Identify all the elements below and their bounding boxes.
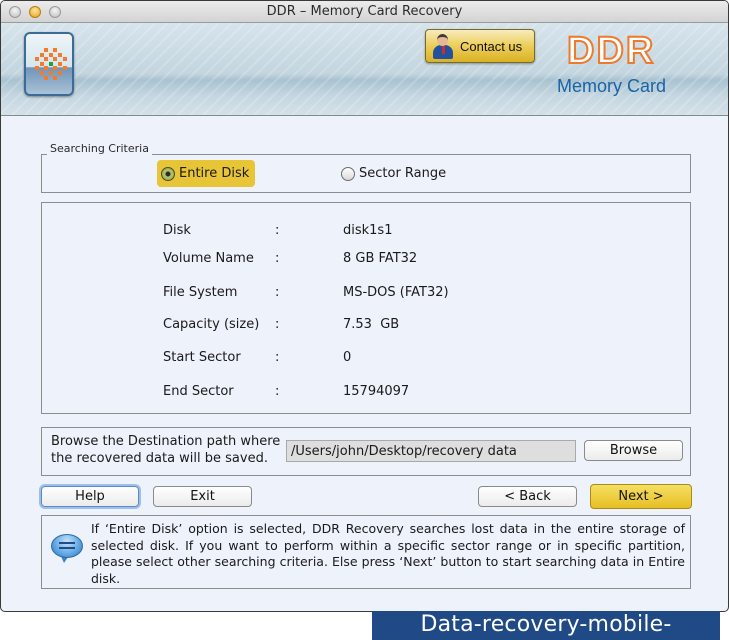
info-separator: : <box>275 223 280 238</box>
info-value: 7.53 GB <box>343 317 400 332</box>
info-row-start-sector: Start Sector : 0 <box>42 350 690 368</box>
info-value: 0 <box>343 350 352 365</box>
speech-bubble-icon <box>51 534 83 564</box>
help-button[interactable]: Help <box>41 486 139 507</box>
logo-pixel <box>39 52 44 57</box>
searching-criteria-legend: Searching Criteria <box>47 142 152 155</box>
logo-pixel <box>44 66 49 71</box>
info-key: Disk <box>163 223 191 238</box>
info-row-file-system: File System : MS-DOS (FAT32) <box>42 285 690 303</box>
watermark-banner: Data-recovery-mobile-phone.com <box>372 611 720 640</box>
logo-pixel <box>62 66 67 71</box>
logo-pixel <box>44 48 49 52</box>
logo-pixel <box>48 61 53 66</box>
logo-pixel <box>58 52 62 57</box>
logo-pixel <box>39 61 44 66</box>
info-value: 15794097 <box>343 384 410 399</box>
info-separator: : <box>275 350 280 365</box>
info-separator: : <box>275 285 280 300</box>
person-icon <box>432 33 454 59</box>
info-key: Volume Name <box>163 251 254 266</box>
info-key: Start Sector <box>163 350 241 365</box>
info-separator: : <box>275 251 280 266</box>
destination-panel: Browse the Destination path where the re… <box>41 427 691 476</box>
logo-pixel <box>58 61 62 66</box>
logo-pixel <box>44 57 49 62</box>
logo-pixel <box>53 66 58 71</box>
info-row-volume-name: Volume Name : 8 GB FAT32 <box>42 251 690 269</box>
info-value: MS-DOS (FAT32) <box>343 285 449 300</box>
destination-label: Browse the Destination path where the re… <box>51 434 281 466</box>
brand-logo-text: DDR <box>566 29 656 73</box>
brand-subtitle: Memory Card <box>557 76 667 96</box>
info-row-end-sector: End Sector : 15794097 <box>42 384 690 402</box>
window-title: DDR – Memory Card Recovery <box>266 4 463 19</box>
radio-sector-range[interactable]: Sector Range <box>337 160 452 187</box>
info-separator: : <box>275 317 280 332</box>
logo-pixel <box>44 75 49 80</box>
radio-entire-disk[interactable]: Entire Disk <box>157 160 256 187</box>
logo-pixel <box>53 57 58 62</box>
info-key: File System <box>163 285 238 300</box>
logo-pixel <box>35 57 39 62</box>
close-window-button[interactable] <box>9 6 21 18</box>
logo-pattern-icon <box>35 48 67 80</box>
app-logo <box>24 32 74 96</box>
minimize-window-button[interactable] <box>29 6 41 18</box>
info-row-capacity: Capacity (size) : 7.53 GB <box>42 317 690 335</box>
info-separator: : <box>275 384 280 399</box>
radio-unselected-icon <box>341 166 355 181</box>
disk-info-panel: Disk : disk1s1 Volume Name : 8 GB FAT32 … <box>41 202 691 414</box>
next-button[interactable]: Next > <box>590 484 692 509</box>
hint-panel: If ‘Entire Disk’ option is selected, DDR… <box>41 515 691 589</box>
logo-pixel <box>62 57 67 62</box>
app-window: DDR – Memory Card Recovery Contact us DD… <box>0 0 729 612</box>
header-banner: Contact us DDR Memory Card <box>1 23 728 116</box>
info-value: 8 GB FAT32 <box>343 251 418 266</box>
radio-sector-range-label: Sector Range <box>359 166 447 181</box>
hint-text: If ‘Entire Disk’ option is selected, DDR… <box>91 521 685 586</box>
logo-pixel <box>53 48 58 52</box>
destination-path-input[interactable] <box>286 440 576 462</box>
info-value: disk1s1 <box>343 223 393 238</box>
radio-selected-icon <box>161 166 175 181</box>
logo-pixel <box>48 71 53 75</box>
zoom-window-button[interactable] <box>49 6 61 18</box>
contact-us-button[interactable]: Contact us <box>425 29 535 63</box>
info-key: End Sector <box>163 384 234 399</box>
browse-button[interactable]: Browse <box>584 440 683 461</box>
contact-us-label: Contact us <box>460 38 523 54</box>
radio-entire-disk-label: Entire Disk <box>179 166 250 181</box>
logo-pixel <box>58 71 62 75</box>
exit-button[interactable]: Exit <box>153 486 252 507</box>
logo-pixel <box>48 52 53 57</box>
info-key: Capacity (size) <box>163 317 260 332</box>
back-button[interactable]: < Back <box>478 486 577 507</box>
logo-pixel <box>39 71 44 75</box>
info-row-disk: Disk : disk1s1 <box>42 223 690 241</box>
title-bar: DDR – Memory Card Recovery <box>1 1 728 23</box>
logo-pixel <box>53 75 58 80</box>
logo-pixel <box>35 66 39 71</box>
